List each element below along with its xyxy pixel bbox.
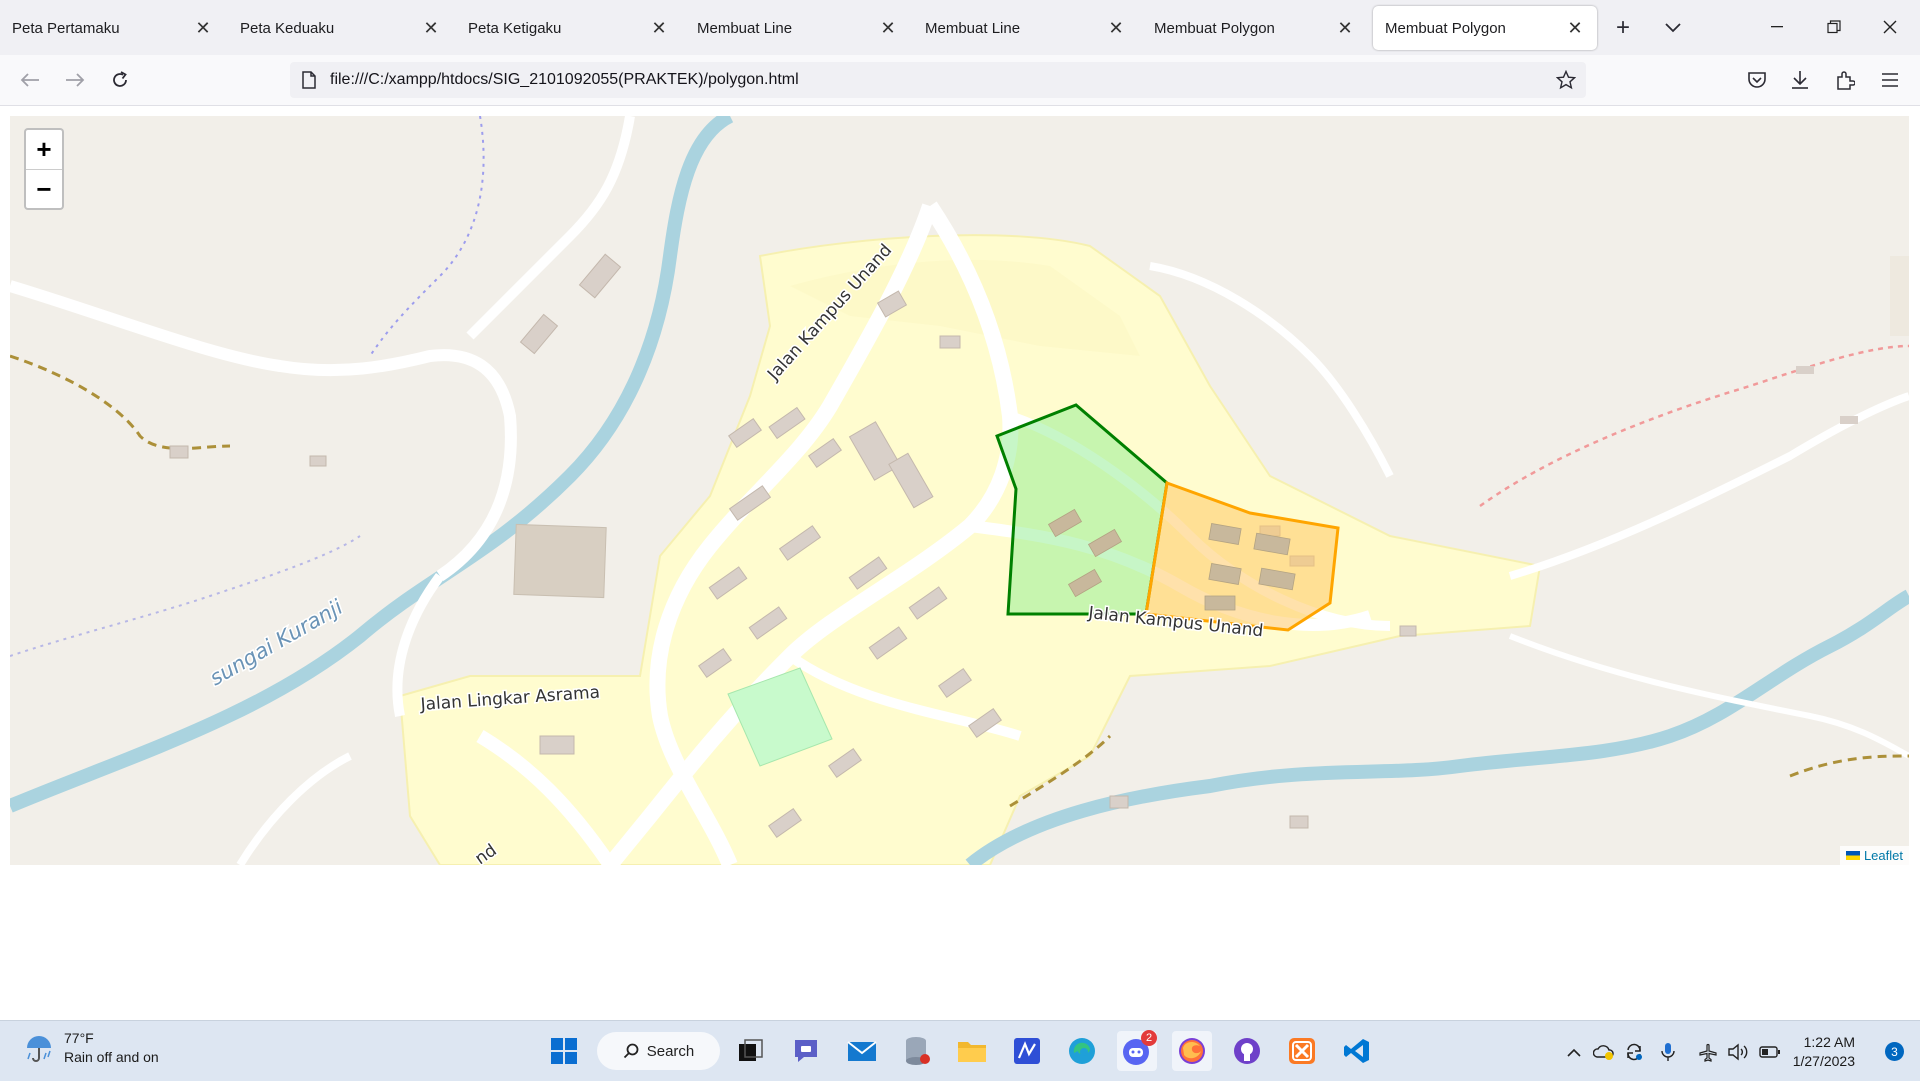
tab-label: Membuat Line [697, 19, 793, 37]
tab-membuat-polygon-active[interactable]: Membuat Polygon ✕ [1373, 6, 1597, 50]
xampp-icon[interactable] [1282, 1031, 1322, 1071]
close-icon[interactable]: ✕ [1565, 18, 1585, 38]
search-label: Search [646, 1042, 695, 1060]
umbrella-rain-icon [27, 1036, 51, 1062]
close-icon[interactable]: ✕ [878, 18, 898, 38]
map-tiles: Jalan Kampus Unand Jalan Kampus Unand Ja… [10, 116, 1909, 865]
close-icon[interactable]: ✕ [193, 18, 213, 38]
sync-icon[interactable] [1622, 1041, 1646, 1063]
system-clock[interactable]: 1:22 AM 1/27/2023 [1793, 1033, 1855, 1071]
taskbar-search[interactable]: Search [597, 1032, 720, 1070]
tab-peta-ketigaku[interactable]: Peta Ketigaku ✕ [456, 6, 681, 50]
leaflet-map[interactable]: Jalan Kampus Unand Jalan Kampus Unand Ja… [10, 116, 1909, 865]
tab-label: Peta Keduaku [240, 19, 335, 37]
microphone-icon[interactable] [1656, 1041, 1680, 1063]
zoom-out-button[interactable]: − [26, 169, 62, 209]
tab-label: Peta Pertamaku [12, 19, 120, 37]
database-app-icon[interactable] [897, 1031, 937, 1071]
search-icon [623, 1043, 639, 1059]
close-icon[interactable]: ✕ [649, 18, 669, 38]
extensions-icon[interactable] [1828, 63, 1862, 97]
zoom-control: + − [24, 128, 64, 210]
tab-label: Membuat Polygon [1385, 19, 1506, 37]
zoom-in-button[interactable]: + [26, 130, 62, 169]
navigation-toolbar: file:///C:/xampp/htdocs/SIG_2101092055(P… [0, 55, 1920, 106]
tab-peta-keduaku[interactable]: Peta Keduaku ✕ [228, 6, 453, 50]
windows-taskbar: 77°F Rain off and on Search 2 1:22 AM 1/… [0, 1020, 1920, 1081]
downloads-icon[interactable] [1783, 63, 1817, 97]
tab-membuat-line-2[interactable]: Membuat Line ✕ [913, 6, 1138, 50]
teams-chat-icon[interactable] [786, 1031, 826, 1071]
pocket-icon[interactable] [1740, 63, 1774, 97]
forward-arrow-icon[interactable] [57, 63, 93, 97]
tab-membuat-polygon-1[interactable]: Membuat Polygon ✕ [1142, 6, 1367, 50]
tab-label: Membuat Polygon [1154, 19, 1275, 37]
menu-hamburger-icon[interactable] [1873, 63, 1907, 97]
address-bar[interactable]: file:///C:/xampp/htdocs/SIG_2101092055(P… [290, 62, 1586, 98]
reload-icon[interactable] [102, 63, 138, 97]
weather-description: Rain off and on [64, 1049, 159, 1065]
notification-badge[interactable]: 3 [1885, 1042, 1904, 1061]
weather-widget[interactable]: 77°F Rain off and on [24, 1029, 159, 1067]
start-icon[interactable] [544, 1031, 584, 1071]
discord-badge: 2 [1141, 1030, 1157, 1046]
vscode-icon[interactable] [1337, 1031, 1377, 1071]
close-icon[interactable]: ✕ [1335, 18, 1355, 38]
map-attribution: Leaflet [1839, 846, 1909, 865]
restore-icon[interactable] [1812, 10, 1856, 44]
firefox-icon[interactable] [1172, 1031, 1212, 1071]
battery-icon[interactable] [1758, 1041, 1782, 1063]
weather-temperature: 77°F [64, 1030, 94, 1046]
url-text: file:///C:/xampp/htdocs/SIG_2101092055(P… [330, 71, 799, 88]
clock-date: 1/27/2023 [1792, 1053, 1855, 1069]
tab-membuat-line-1[interactable]: Membuat Line ✕ [685, 6, 910, 50]
bookmark-star-icon[interactable] [1554, 68, 1578, 92]
mail-icon[interactable] [842, 1031, 882, 1071]
discord-icon[interactable]: 2 [1117, 1030, 1157, 1071]
close-icon[interactable]: ✕ [421, 18, 441, 38]
editor-app-icon[interactable] [1007, 1031, 1047, 1071]
tab-peta-pertamaku[interactable]: Peta Pertamaku ✕ [0, 6, 225, 50]
back-arrow-icon[interactable] [12, 63, 48, 97]
ukraine-flag-icon [1845, 851, 1860, 860]
list-tabs-icon[interactable] [1655, 10, 1691, 46]
clock-time: 1:22 AM [1803, 1034, 1855, 1050]
airplane-mode-icon[interactable] [1696, 1041, 1720, 1063]
file-icon [298, 69, 320, 91]
tab-bar: Peta Pertamaku ✕ Peta Keduaku ✕ Peta Ket… [0, 0, 1920, 55]
file-explorer-icon[interactable] [952, 1031, 992, 1071]
leaflet-attribution-link[interactable]: Leaflet [1864, 848, 1903, 863]
new-tab-icon[interactable]: + [1605, 10, 1641, 46]
tab-label: Membuat Line [925, 19, 1021, 37]
volume-icon[interactable] [1726, 1041, 1750, 1063]
github-desktop-icon[interactable] [1227, 1031, 1267, 1071]
chevron-up-icon[interactable] [1562, 1041, 1586, 1063]
close-icon[interactable]: ✕ [1106, 18, 1126, 38]
edge-browser-icon[interactable] [1062, 1031, 1102, 1071]
task-view-icon[interactable] [731, 1031, 771, 1071]
onedrive-warning-icon[interactable] [1592, 1041, 1616, 1063]
close-window-icon[interactable] [1868, 10, 1912, 44]
minimize-icon[interactable] [1755, 10, 1799, 44]
tab-label: Peta Ketigaku [468, 19, 562, 37]
